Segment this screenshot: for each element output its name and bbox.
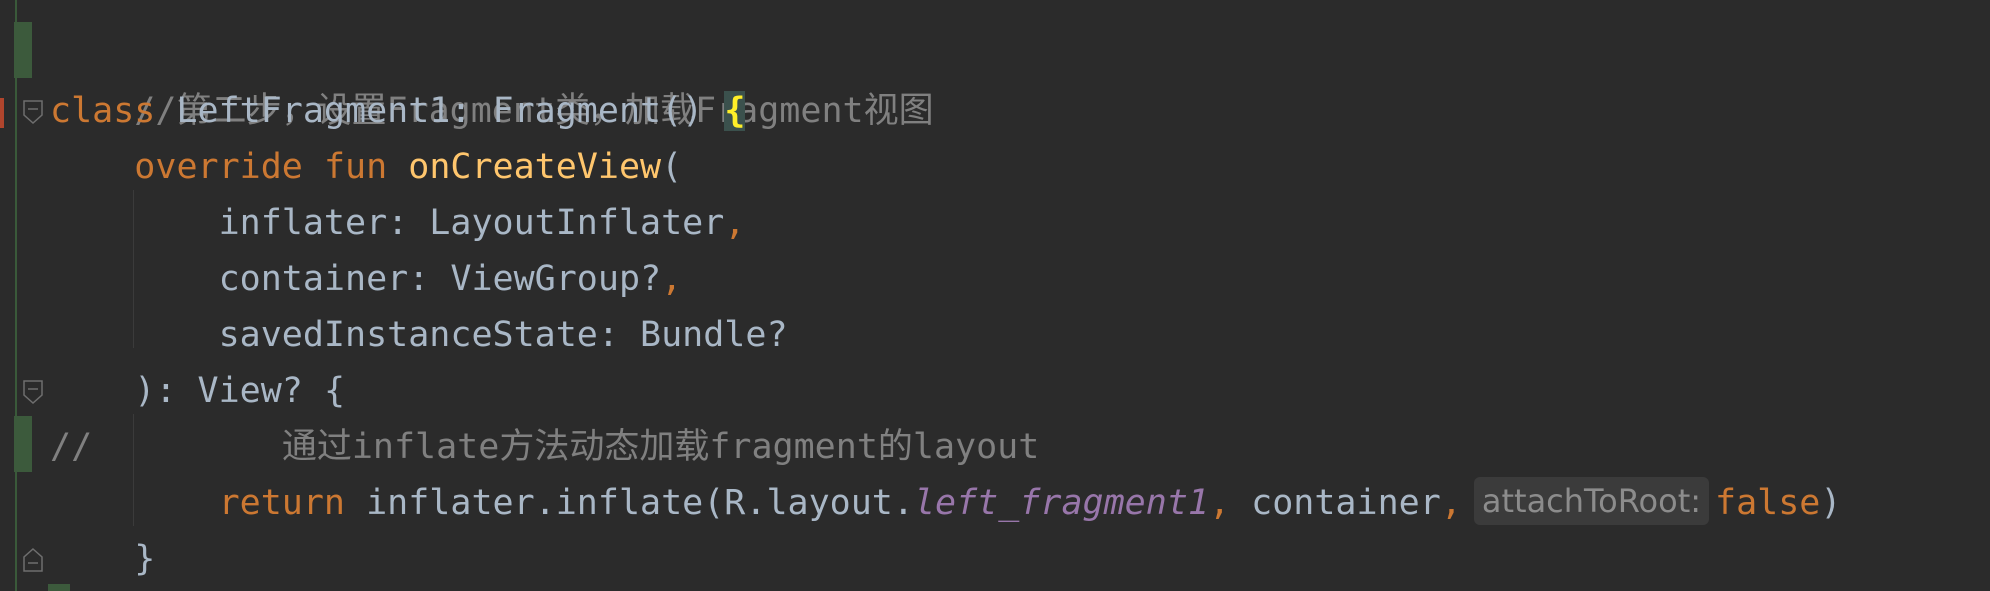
code-line-9[interactable]: return inflater.inflate(R.layout.left_fr… [50, 475, 1841, 531]
code-line-6[interactable]: savedInstanceState: Bundle? [50, 307, 788, 363]
comma: , [1440, 483, 1462, 523]
function-name: onCreateView [408, 147, 662, 187]
gutter-vcs-line [15, 0, 17, 591]
fold-close-icon[interactable] [22, 547, 44, 573]
argument: container [1230, 483, 1441, 523]
resource-reference: left_fragment1 [913, 483, 1209, 523]
comma: , [661, 259, 683, 299]
code-line-8[interactable]: // 通过inflate方法动态加载fragment的layout [50, 419, 1039, 475]
closing-brace: } [134, 539, 156, 579]
code-line-2[interactable]: class LeftFragment1: Fragment() { [50, 83, 746, 139]
parameter-hint: attachToRoot: [1473, 477, 1710, 525]
code-line-3[interactable]: override fun onCreateView( [50, 139, 682, 195]
comment-slashes: // [50, 427, 93, 467]
vcs-change-marker [14, 416, 32, 472]
comment-text: 通过inflate方法动态加载fragment的layout [281, 427, 1040, 467]
keyword: fun [323, 147, 388, 187]
method-call: inflater.inflate(R.layout. [345, 483, 914, 523]
matched-brace: { [724, 91, 746, 131]
parameter: container: ViewGroup? [218, 259, 662, 299]
parameter: inflater: LayoutInflater [218, 203, 725, 243]
fold-open-icon[interactable] [22, 99, 44, 125]
return-type: ): View? { [134, 371, 346, 411]
code-line-10[interactable]: } [50, 531, 155, 587]
keyword: return [218, 483, 346, 523]
class-declaration: LeftFragment1: Fragment() [155, 91, 725, 131]
vcs-change-marker [48, 584, 70, 591]
code-line-5[interactable]: container: ViewGroup?, [50, 251, 683, 307]
vcs-change-marker [14, 22, 32, 78]
comma: , [1208, 483, 1231, 523]
open-paren: ( [661, 147, 683, 187]
close-paren: ) [1820, 483, 1842, 523]
code-editor[interactable]: //第二步，设置Fragment类，加载Fragment视图 class Lef… [0, 0, 1990, 591]
keyword: class [50, 91, 156, 131]
code-line-7[interactable]: ): View? { [50, 363, 345, 419]
comma: , [724, 203, 746, 243]
keyword: override [134, 147, 303, 187]
fold-close-icon[interactable] [22, 379, 44, 405]
code-line-1[interactable]: //第二步，设置Fragment类，加载Fragment视图 [50, 27, 933, 131]
vcs-marker-red [0, 98, 4, 128]
code-line-4[interactable]: inflater: LayoutInflater, [50, 195, 746, 251]
parameter: savedInstanceState: Bundle? [218, 315, 788, 355]
editor-gutter [0, 0, 50, 591]
boolean-literal: false [1715, 483, 1821, 523]
